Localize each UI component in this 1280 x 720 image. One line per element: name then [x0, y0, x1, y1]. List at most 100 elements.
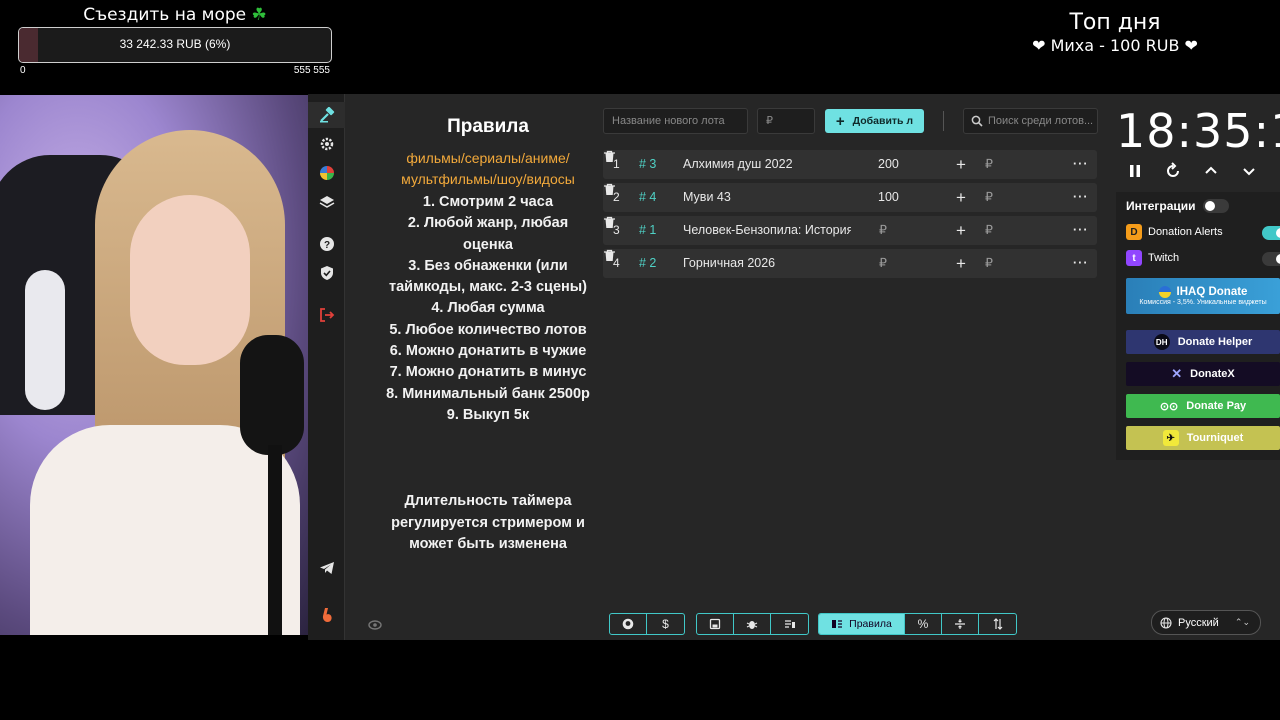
sidebar-item-auction[interactable] — [308, 102, 345, 128]
ukraine-flag-icon — [1158, 286, 1171, 298]
sidebar-item-settings[interactable] — [308, 131, 345, 157]
donatex-label: DonateX — [1190, 368, 1235, 380]
globe-icon — [1160, 616, 1172, 629]
gavel-icon — [319, 107, 334, 123]
webcam-feed — [0, 95, 308, 635]
boosty-icon — [322, 608, 332, 622]
wheel-icon — [319, 166, 334, 180]
sidebar-item-logout[interactable] — [308, 302, 345, 328]
microphone — [240, 335, 304, 455]
reset-icon[interactable] — [1164, 162, 1182, 180]
tourniquet-button[interactable]: ✈ Tourniquet — [1126, 426, 1280, 450]
new-lot-name-input[interactable]: Название нового лота — [603, 108, 748, 134]
rules-toggle-button[interactable]: Правила — [819, 614, 905, 634]
chevron-up-icon[interactable] — [1202, 162, 1220, 180]
lot-name[interactable]: Алхимия душ 2022 — [683, 150, 851, 179]
add-amount-button[interactable]: + — [956, 183, 966, 212]
sidebar-item-security[interactable] — [308, 260, 345, 286]
eye-icon[interactable] — [368, 618, 382, 632]
lot-name[interactable]: Горничная 2026 — [683, 249, 851, 278]
lot-amount-placeholder[interactable]: ₽ — [879, 216, 887, 245]
add-amount-button[interactable]: + — [956, 216, 966, 245]
tourniquet-icon: ✈ — [1162, 430, 1179, 446]
more-options-icon[interactable]: ··· — [1073, 183, 1089, 212]
chevron-down-icon[interactable] — [1240, 162, 1258, 180]
search-placeholder: Поиск среди лотов... — [988, 115, 1094, 127]
twitch-toggle[interactable] — [1262, 252, 1280, 266]
sidebar-item-help[interactable]: ? — [308, 231, 345, 257]
lot-id-tag: # 4 — [639, 190, 657, 204]
rules-title: Правила — [447, 116, 529, 137]
sidebar-item-boosty[interactable] — [308, 602, 345, 628]
lot-index: 4 — [613, 256, 620, 270]
percent-button[interactable]: % — [905, 614, 942, 634]
lot-id-tag: # 1 — [639, 223, 657, 237]
twitch-icon: t — [1126, 250, 1142, 266]
lot-row[interactable]: 4 # 2 Горничная 2026 ₽ + ₽ ··· — [603, 249, 1097, 278]
extra-amount-input[interactable]: ₽ — [985, 216, 993, 245]
donation-goal-widget: Съездить на море ☘ 33 242.33 RUB (6%) 0 … — [18, 4, 332, 76]
plus-icon: + — [835, 112, 845, 130]
percent-icon: % — [917, 617, 929, 631]
rules-note-line: Длительность таймера — [404, 493, 572, 510]
lot-amount-placeholder[interactable]: ₽ — [879, 249, 887, 278]
select-arrows-icon: ⌃⌄ — [1234, 617, 1250, 627]
add-lot-button[interactable]: + Добавить л — [825, 109, 924, 133]
lot-row[interactable]: 1 # 3 Алхимия душ 2022 200 + ₽ ··· — [603, 150, 1097, 179]
lot-row[interactable]: 2 # 4 Муви 43 100 + ₽ ··· — [603, 183, 1097, 212]
more-options-icon[interactable]: ··· — [1073, 150, 1089, 179]
rules-note: Длительность таймера регулируется стриме… — [368, 491, 608, 556]
add-amount-button[interactable]: + — [956, 150, 966, 179]
tourniquet-label: Tourniquet — [1186, 432, 1244, 444]
bug-report-button[interactable] — [734, 614, 771, 634]
extra-amount-input[interactable]: ₽ — [985, 150, 993, 179]
lot-row[interactable]: 3 # 1 Человек-Бензопила: История ₽ + ₽ ·… — [603, 216, 1097, 245]
github-button[interactable] — [610, 614, 647, 634]
rule-item: 1. Смотрим 2 часа — [422, 194, 554, 210]
integrations-toggle[interactable] — [1203, 199, 1229, 213]
ihaq-subtitle: Комиссия - 3,5%. Уникальные виджеты — [1139, 299, 1267, 306]
extra-amount-input[interactable]: ₽ — [985, 249, 993, 278]
toolbar-divider — [943, 111, 944, 131]
more-options-icon[interactable]: ··· — [1073, 216, 1089, 245]
rule-item: 5. Любое количество лотов — [389, 321, 587, 338]
lot-amount[interactable]: 100 — [878, 183, 899, 212]
split-button[interactable] — [942, 614, 979, 634]
donate-helper-button[interactable]: DH Donate Helper — [1126, 330, 1280, 354]
donate-button[interactable]: $ — [647, 614, 684, 634]
top-day-title: Топ дня — [1069, 10, 1161, 35]
sort-button[interactable] — [979, 614, 1016, 634]
language-select[interactable]: Русский ⌃⌄ — [1151, 610, 1261, 635]
donate-pay-button[interactable]: ⊙⊙ Donate Pay — [1126, 394, 1280, 418]
sidebar-item-wheel[interactable] — [308, 160, 345, 186]
twitch-label: Twitch — [1148, 252, 1180, 264]
donatex-button[interactable]: ✕ DonateX — [1126, 362, 1280, 386]
save-icon — [709, 618, 721, 630]
layers-icon — [319, 196, 334, 208]
goal-amount: 33 242.33 RUB (6%) — [119, 37, 231, 51]
lot-index: 3 — [613, 223, 620, 237]
sidebar: ? — [308, 94, 345, 640]
more-options-icon[interactable]: ··· — [1073, 249, 1089, 278]
lot-amount[interactable]: 200 — [878, 150, 899, 179]
donatex-icon: ✕ — [1171, 366, 1183, 381]
language-label: Русский — [1178, 616, 1219, 629]
clear-list-button[interactable] — [771, 614, 808, 634]
lot-search-input[interactable]: Поиск среди лотов... — [963, 108, 1098, 134]
add-amount-button[interactable]: + — [956, 249, 966, 278]
sidebar-item-telegram[interactable] — [308, 555, 345, 581]
sidebar-item-layers[interactable] — [308, 189, 345, 215]
pause-icon[interactable] — [1126, 162, 1144, 180]
rule-item: 6. Можно донатить в чужие — [389, 343, 587, 360]
shield-icon — [320, 266, 333, 280]
new-lot-amount-input[interactable]: ₽ — [757, 108, 815, 134]
extra-amount-input[interactable]: ₽ — [985, 183, 993, 212]
lot-name[interactable]: Человек-Бензопила: История — [683, 216, 851, 245]
mic-arm — [268, 445, 282, 635]
lot-name[interactable]: Муви 43 — [683, 183, 851, 212]
rules-note-line: регулируется стримером и — [391, 514, 585, 531]
save-button[interactable] — [697, 614, 734, 634]
file-group — [696, 613, 809, 635]
donation-alerts-toggle[interactable] — [1262, 226, 1280, 240]
ihaq-donate-button[interactable]: IHAQ Donate Комиссия - 3,5%. Уникальные … — [1126, 278, 1280, 314]
